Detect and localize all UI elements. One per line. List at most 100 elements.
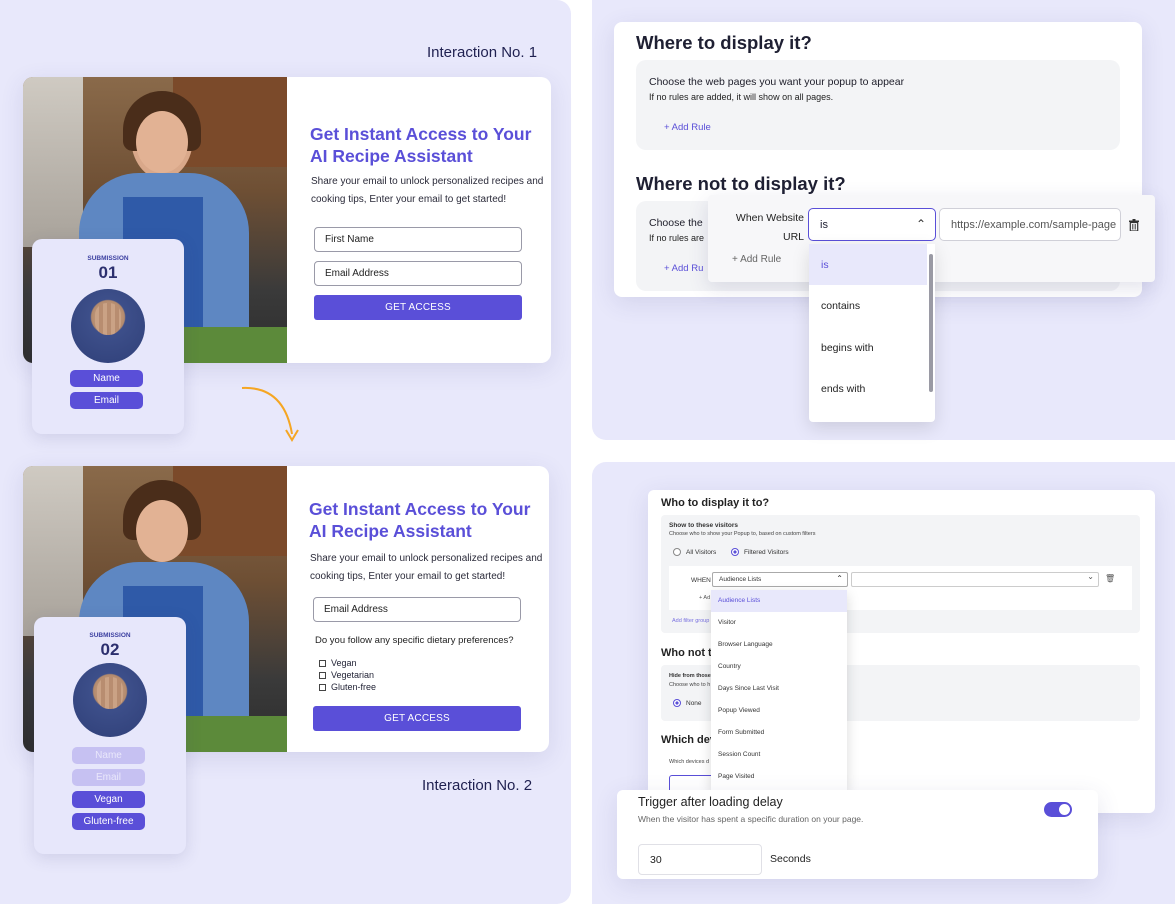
dropdown-option[interactable]: Session Count <box>711 744 847 766</box>
add-rule-link[interactable]: + Add Ru <box>664 263 703 274</box>
where-box: Choose the web pages you want your popup… <box>636 60 1120 150</box>
submission-card-1: SUBMISSION 01 Name Email <box>32 239 184 434</box>
where-box-sub: If no rules are added, it will show on a… <box>649 92 834 102</box>
person-face <box>136 500 188 562</box>
dropdown-option-begins-with[interactable]: begins with <box>809 327 935 368</box>
dropdown-option-is[interactable]: is <box>809 244 927 285</box>
submission-number: 02 <box>100 640 120 659</box>
diet-question: Do you follow any specific dietary prefe… <box>315 635 514 646</box>
flow-arrow-icon <box>241 386 299 442</box>
radio-selected-icon[interactable] <box>731 548 739 556</box>
add-rule-link[interactable]: + Add Rule <box>664 122 711 133</box>
diet-option-vegetarian[interactable]: Vegetarian <box>319 670 374 680</box>
where-box-title: Choose the web pages you want your popup… <box>649 76 905 88</box>
dropdown-option[interactable]: Form Submitted <box>711 722 847 744</box>
checkbox[interactable] <box>319 659 326 667</box>
radio-none[interactable]: None <box>673 699 702 707</box>
chevron-down-icon: ⌄ <box>1087 572 1094 581</box>
filter-type-dropdown: Audience Lists Visitor Browser Language … <box>711 590 847 792</box>
chevron-up-icon: ⌃ <box>836 574 843 583</box>
radio-icon[interactable] <box>673 548 681 556</box>
dropdown-option[interactable]: Browser Language <box>711 634 847 656</box>
submission-card-2: SUBMISSION 02 Name Email Vegan Gluten-fr… <box>34 617 186 854</box>
submission-pill: Name <box>72 747 145 764</box>
who-not-title: Who not to <box>661 647 719 659</box>
counter <box>173 716 287 752</box>
oven <box>23 466 83 636</box>
checkbox[interactable] <box>319 683 326 691</box>
where-not-box-title: Choose the <box>649 217 703 229</box>
delay-unit: Seconds <box>770 853 811 865</box>
add-filter-link[interactable]: + Ad <box>699 595 710 601</box>
where-title: Where to display it? <box>636 32 812 53</box>
avatar <box>73 663 147 737</box>
hide-sub: Choose who to h <box>669 682 711 688</box>
trigger-card: Trigger after loading delay When the vis… <box>617 790 1098 879</box>
radio-filtered-visitors[interactable]: Filtered Visitors <box>731 548 789 556</box>
email-field[interactable]: Email Address <box>313 597 521 622</box>
submission-number: 01 <box>98 263 118 282</box>
dropdown-option[interactable]: Audience Lists <box>711 590 847 612</box>
email-field[interactable]: Email Address <box>314 261 522 286</box>
interaction-2-label: Interaction No. 2 <box>422 777 533 794</box>
delay-input[interactable]: 30 <box>638 844 762 875</box>
get-access-button[interactable]: GET ACCESS <box>314 295 522 320</box>
filter-value-select[interactable]: ⌄ <box>851 572 1099 587</box>
where-not-box-sub: If no rules are <box>649 233 705 243</box>
show-sub: Choose who to show your Popup to, based … <box>669 531 816 537</box>
popup-title-2: Get Instant Access to Your AI Recipe Assi… <box>309 499 531 541</box>
delay-toggle[interactable] <box>1044 802 1072 817</box>
where-not-title: Where not to display it? <box>636 173 846 194</box>
who-title: Who to display it to? <box>661 497 770 509</box>
dropdown-option-ends-with[interactable]: ends with <box>809 368 935 409</box>
submission-pill: Gluten-free <box>72 813 145 830</box>
url-input[interactable]: https://example.com/sample-page <box>939 208 1121 241</box>
checkbox[interactable] <box>319 671 326 679</box>
radio-selected-icon[interactable] <box>673 699 681 707</box>
popup-title-1: Get Instant Access to Your AI Recipe Assi… <box>310 124 532 166</box>
avatar <box>71 289 145 363</box>
interaction-1-label: Interaction No. 1 <box>427 44 538 61</box>
add-rule-link[interactable]: + Add Rule <box>732 254 781 265</box>
add-filter-group-link[interactable]: Add filter group <box>672 618 709 624</box>
dropdown-option[interactable]: Visitor <box>711 612 847 634</box>
dropdown-option[interactable]: Days Since Last Visit <box>711 678 847 700</box>
submission-label: SUBMISSION <box>89 632 131 639</box>
chevron-up-icon: ⌃ <box>915 217 926 231</box>
scrollbar[interactable] <box>929 254 933 392</box>
rule-label: When Website URL <box>735 212 804 243</box>
trigger-sub: When the visitor has spent a specific du… <box>638 814 864 824</box>
radio-all-visitors[interactable]: All Visitors <box>673 548 716 556</box>
popup-desc-1: Share your email to unlock personalized … <box>311 176 544 205</box>
trash-icon[interactable]: 🗑 <box>1105 574 1115 583</box>
diet-option-vegan[interactable]: Vegan <box>319 658 357 668</box>
submission-pill: Email <box>70 392 143 409</box>
submission-pill: Name <box>70 370 143 387</box>
popup-desc-2: Share your email to unlock personalized … <box>310 553 543 582</box>
when-label: WHEN <box>691 577 711 584</box>
first-name-field[interactable]: First Name <box>314 227 522 252</box>
diet-option-gluten-free[interactable]: Gluten-free <box>319 682 376 692</box>
which-dev-title: Which dev <box>661 734 717 746</box>
trigger-title: Trigger after loading delay <box>638 795 783 809</box>
counter <box>173 327 287 363</box>
avatar-face <box>97 677 123 709</box>
submission-pill: Vegan <box>72 791 145 808</box>
dropdown-option[interactable]: Page Visited <box>711 766 847 788</box>
dropdown-option[interactable]: Popup Viewed <box>711 700 847 722</box>
dropdown-option-contains[interactable]: contains <box>809 285 935 326</box>
which-dev-sub: Which devices d <box>669 759 710 765</box>
hide-title: Hide from those <box>669 673 711 679</box>
condition-dropdown: is contains begins with ends with <box>809 244 935 422</box>
toggle-knob <box>1059 804 1070 815</box>
show-title: Show to these visitors <box>669 522 738 529</box>
submission-label: SUBMISSION <box>87 255 129 262</box>
oven <box>23 77 83 247</box>
submission-pill: Email <box>72 769 145 786</box>
filter-type-select[interactable]: Audience Lists ⌃ <box>712 572 848 587</box>
dropdown-option[interactable]: Country <box>711 656 847 678</box>
trash-icon[interactable] <box>1129 219 1139 231</box>
condition-select[interactable]: is ⌃ <box>808 208 936 241</box>
get-access-button[interactable]: GET ACCESS <box>313 706 521 731</box>
avatar-face <box>95 303 121 335</box>
